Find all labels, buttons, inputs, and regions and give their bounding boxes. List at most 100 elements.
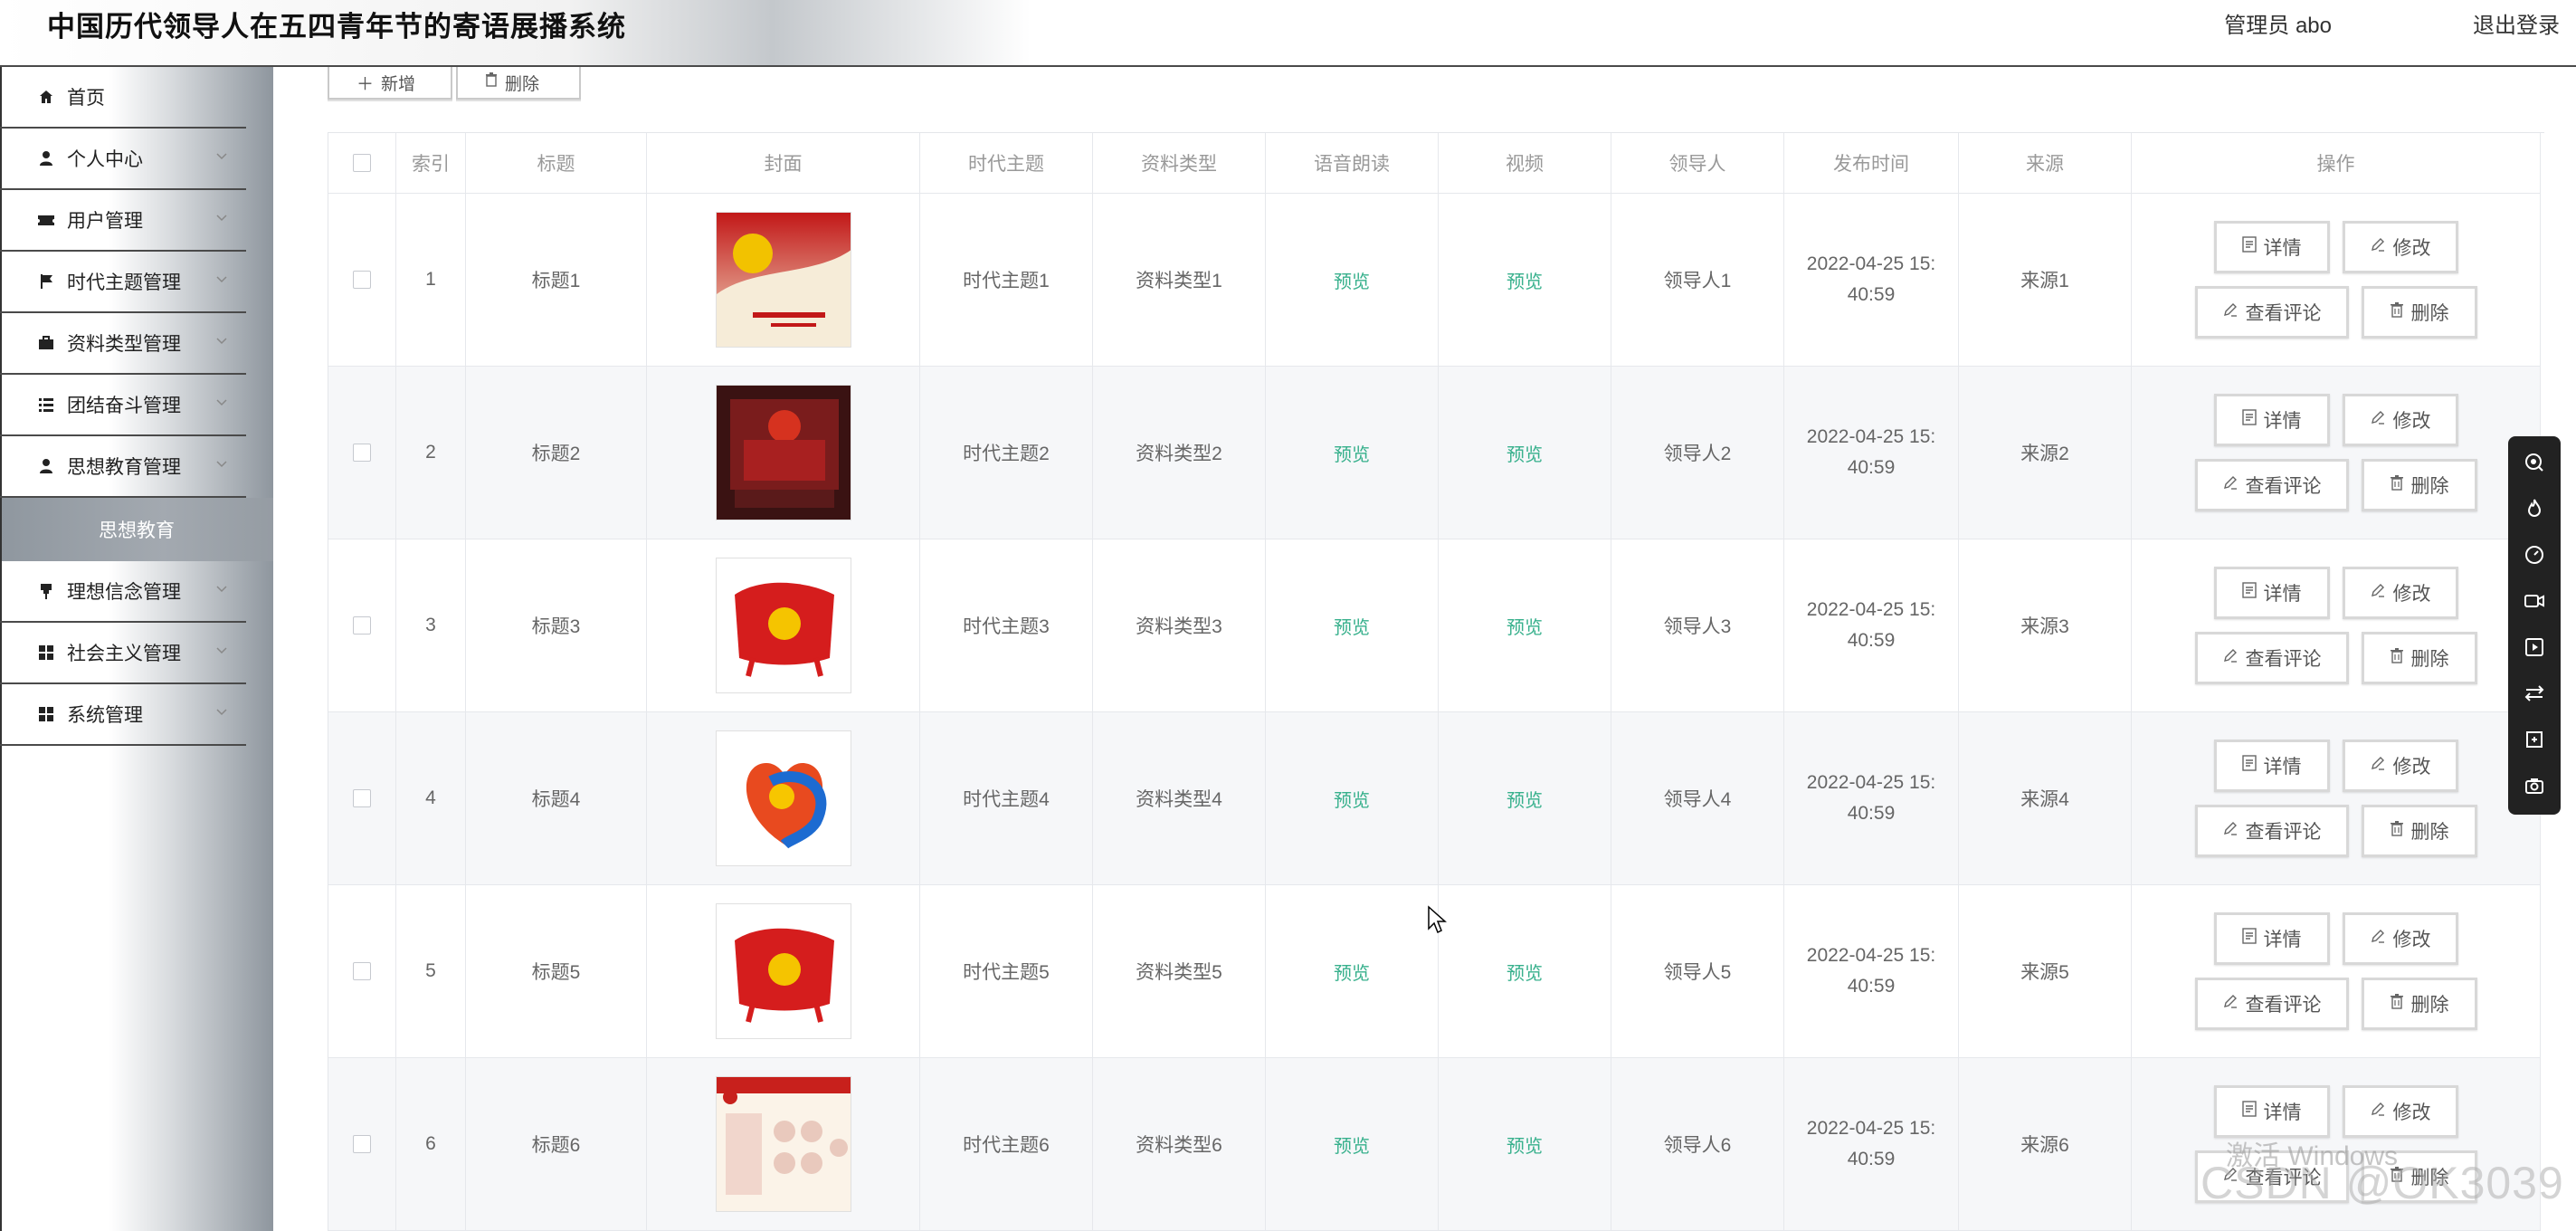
camera-icon[interactable] xyxy=(2519,770,2550,801)
sidebar-item-material-type[interactable]: 资料类型管理 xyxy=(0,313,246,375)
edit-button[interactable]: 修改 xyxy=(2342,912,2458,965)
row-title: 标题1 xyxy=(466,194,647,367)
view-comments-button[interactable]: 查看评论 xyxy=(2194,805,2349,857)
row-checkbox[interactable] xyxy=(353,962,371,980)
delete-label: 删除 xyxy=(2410,649,2449,670)
row-title: 标题2 xyxy=(466,367,647,539)
row-video-cell: 预览 xyxy=(1439,367,1611,539)
view-comments-button[interactable]: 查看评论 xyxy=(2194,286,2349,339)
delete-button[interactable]: 删除 xyxy=(2361,805,2477,857)
table-row: 3 标题3 时代主题3 资料类型3 预览 预览 领导人3 2022-04-25 … xyxy=(328,539,2544,712)
row-source: 来源4 xyxy=(1959,712,2132,885)
sidebar-item-socialism[interactable]: 社会主义管理 xyxy=(0,623,246,684)
sidebar-item-personal[interactable]: 个人中心 xyxy=(0,129,246,190)
video-preview-link[interactable]: 预览 xyxy=(1507,959,1543,985)
view-comments-button[interactable]: 查看评论 xyxy=(2194,632,2349,684)
detail-button[interactable]: 详情 xyxy=(2213,221,2330,273)
row-index: 2 xyxy=(396,367,466,539)
swap-icon[interactable] xyxy=(2519,678,2550,709)
row-leader: 领导人5 xyxy=(1611,885,1784,1058)
edit-button[interactable]: 修改 xyxy=(2342,740,2458,792)
home-icon xyxy=(36,87,56,107)
edit-button[interactable]: 修改 xyxy=(2342,394,2458,446)
view-comments-button[interactable]: 查看评论 xyxy=(2194,978,2349,1030)
sidebar-item-label: 系统管理 xyxy=(67,705,143,726)
comment-label: 查看评论 xyxy=(2245,649,2322,670)
sidebar-item-home[interactable]: 首页 xyxy=(0,67,246,129)
admin-label: 管理员 abo xyxy=(2224,14,2332,38)
cover-image[interactable] xyxy=(715,558,851,693)
detail-button[interactable]: 详情 xyxy=(2213,740,2330,792)
delete-button[interactable]: 删除 xyxy=(2361,286,2477,339)
video-preview-link[interactable]: 预览 xyxy=(1507,786,1543,812)
edit-button[interactable]: 修改 xyxy=(2342,221,2458,273)
edit-icon xyxy=(2370,409,2386,431)
detail-label: 详情 xyxy=(2263,238,2302,259)
row-theme: 时代主题6 xyxy=(920,1058,1093,1231)
grid-icon xyxy=(36,643,56,663)
cover-image[interactable] xyxy=(715,903,851,1039)
sidebar-item-era-theme[interactable]: 时代主题管理 xyxy=(0,252,246,313)
view-comments-button[interactable]: 查看评论 xyxy=(2194,1150,2349,1203)
row-checkbox[interactable] xyxy=(353,271,371,289)
play-screen-icon[interactable] xyxy=(2519,632,2550,663)
sidebar-item-ideology[interactable]: 思想教育管理 xyxy=(0,436,246,498)
detail-button[interactable]: 详情 xyxy=(2213,567,2330,619)
audio-preview-link[interactable]: 预览 xyxy=(1334,613,1370,639)
floating-toolbar xyxy=(2508,436,2561,815)
add-button[interactable]: ＋ 新增 xyxy=(328,67,452,100)
cover-image[interactable] xyxy=(715,385,851,520)
fire-icon[interactable] xyxy=(2519,493,2550,524)
video-preview-link[interactable]: 预览 xyxy=(1507,267,1543,293)
video-preview-link[interactable]: 预览 xyxy=(1507,1131,1543,1158)
delete-button[interactable]: 删除 xyxy=(2361,459,2477,511)
header-source: 来源 xyxy=(1959,133,2132,194)
header-ops: 操作 xyxy=(2132,133,2541,194)
audio-preview-link[interactable]: 预览 xyxy=(1334,786,1370,812)
row-checkbox[interactable] xyxy=(353,444,371,462)
detail-button[interactable]: 详情 xyxy=(2213,394,2330,446)
logout-link[interactable]: 退出登录 xyxy=(2473,11,2560,42)
audio-preview-link[interactable]: 预览 xyxy=(1334,440,1370,466)
edit-button[interactable]: 修改 xyxy=(2342,1085,2458,1138)
video-preview-link[interactable]: 预览 xyxy=(1507,440,1543,466)
row-checkbox[interactable] xyxy=(353,1135,371,1153)
edit-button[interactable]: 修改 xyxy=(2342,567,2458,619)
row-checkbox[interactable] xyxy=(353,789,371,807)
audio-preview-link[interactable]: 预览 xyxy=(1334,959,1370,985)
delete-button[interactable]: 删除 xyxy=(2361,632,2477,684)
gauge-icon[interactable] xyxy=(2519,539,2550,570)
view-comments-button[interactable]: 查看评论 xyxy=(2194,459,2349,511)
screen-search-icon[interactable] xyxy=(2519,447,2550,478)
batch-delete-button[interactable]: 删除 xyxy=(456,67,581,100)
user-icon xyxy=(36,456,56,476)
audio-preview-link[interactable]: 预览 xyxy=(1334,267,1370,293)
cover-image[interactable] xyxy=(715,212,851,348)
chevron-down-icon xyxy=(216,399,227,406)
sidebar-item-ideals[interactable]: 理想信念管理 xyxy=(0,561,246,623)
row-checkbox[interactable] xyxy=(353,616,371,635)
delete-button-label: 删除 xyxy=(505,74,540,94)
row-time-cell: 2022-04-25 15: 40:59 xyxy=(1784,367,1959,539)
detail-button[interactable]: 详情 xyxy=(2213,912,2330,965)
row-time-clock: 40:59 xyxy=(1847,284,1896,305)
select-all-checkbox[interactable] xyxy=(353,154,371,172)
delete-button[interactable]: 删除 xyxy=(2361,978,2477,1030)
header-video: 视频 xyxy=(1439,133,1611,194)
cover-image[interactable] xyxy=(715,730,851,866)
crop-icon[interactable] xyxy=(2519,724,2550,755)
table-row: 6 标题6 时代主题6 资料类型6 预览 预览 领导人6 2022-04-25 … xyxy=(328,1058,2544,1231)
row-cover-cell xyxy=(647,539,920,712)
sidebar-item-users[interactable]: 用户管理 xyxy=(0,190,246,252)
sidebar-item-unity[interactable]: 团结奋斗管理 xyxy=(0,375,246,436)
cover-image[interactable] xyxy=(715,1076,851,1212)
sidebar-item-system[interactable]: 系统管理 xyxy=(0,684,246,746)
detail-button[interactable]: 详情 xyxy=(2213,1085,2330,1138)
audio-preview-link[interactable]: 预览 xyxy=(1334,1131,1370,1158)
row-index: 6 xyxy=(396,1058,466,1231)
video-record-icon[interactable] xyxy=(2519,586,2550,616)
sidebar-subitem-ideology[interactable]: 思想教育 xyxy=(0,498,273,561)
row-type: 资料类型4 xyxy=(1093,712,1266,885)
video-preview-link[interactable]: 预览 xyxy=(1507,613,1543,639)
delete-button[interactable]: 删除 xyxy=(2361,1150,2477,1203)
